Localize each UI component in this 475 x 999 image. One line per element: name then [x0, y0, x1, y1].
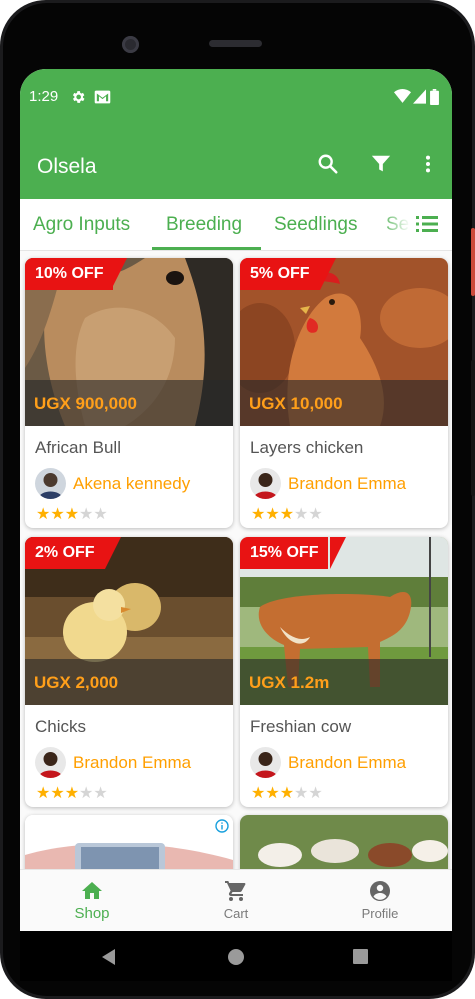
signal-icon	[413, 89, 426, 104]
star-rating: ★★★★★	[251, 783, 323, 803]
product-card-partial[interactable]	[240, 815, 448, 869]
product-grid: 10% OFF UGX 900,000 African Bull Akena k…	[20, 251, 452, 869]
star-icon: ★	[64, 506, 80, 523]
star-icon: ★	[294, 506, 309, 523]
star-icon: ★	[93, 506, 108, 523]
app-bar: Olsela	[20, 125, 452, 199]
app-title: Olsela	[37, 155, 97, 178]
filter-icon[interactable]	[370, 153, 392, 175]
product-name: Chicks	[35, 717, 87, 736]
product-price: UGX 10,000	[249, 394, 343, 413]
discount-badge: 5% OFF	[240, 258, 320, 290]
product-price: UGX 900,000	[34, 394, 138, 413]
star-icon: ★	[36, 506, 51, 523]
avatar	[250, 468, 281, 499]
front-camera	[122, 36, 139, 53]
star-rating: ★★★★★	[36, 504, 108, 524]
avatar	[35, 747, 66, 778]
star-icon: ★	[79, 785, 94, 802]
category-tabs: Agro Inputs Breeding Seedlings Se	[20, 199, 452, 251]
avatar	[250, 747, 281, 778]
tab-indicator	[152, 247, 261, 250]
volume-button	[471, 228, 475, 296]
product-price: UGX 1.2m	[249, 673, 330, 692]
star-icon: ★	[93, 785, 108, 802]
list-view-icon[interactable]	[416, 214, 438, 234]
earpiece-speaker	[209, 40, 262, 47]
tab-agro-inputs[interactable]: Agro Inputs	[33, 214, 130, 236]
profile-icon	[370, 881, 390, 901]
nav-profile-label: Profile	[361, 906, 399, 921]
app-screen: 1:29 Olsela Agro Inputs Breeding Seedlin…	[20, 69, 452, 931]
nav-cart[interactable]: Cart	[164, 870, 308, 931]
star-icon: ★	[251, 785, 266, 802]
ad-image	[25, 815, 233, 869]
home-icon	[82, 882, 102, 899]
recents-icon[interactable]	[352, 948, 369, 965]
bottom-navigation: Shop Cart Profile	[20, 869, 452, 931]
discount-badge-tail	[105, 537, 121, 569]
cart-icon	[225, 881, 246, 901]
discount-badge: 2% OFF	[25, 537, 105, 569]
product-card[interactable]: 10% OFF UGX 900,000 African Bull Akena k…	[25, 258, 233, 528]
nav-profile[interactable]: Profile	[308, 870, 452, 931]
seller-name[interactable]: Akena kennedy	[73, 474, 190, 494]
product-name: African Bull	[35, 438, 121, 457]
star-icon: ★	[265, 785, 280, 802]
nav-shop[interactable]: Shop	[20, 870, 164, 931]
product-name: Layers chicken	[250, 438, 364, 457]
discount-badge: 15% OFF	[240, 537, 329, 569]
star-icon: ★	[50, 506, 65, 523]
discount-badge-tail	[320, 258, 336, 290]
product-card[interactable]: 2% OFF UGX 2,000 Chicks Brandon Emma ★★★…	[25, 537, 233, 807]
star-icon: ★	[251, 506, 266, 523]
ad-info-icon[interactable]	[215, 819, 229, 833]
star-icon: ★	[265, 506, 280, 523]
star-icon: ★	[294, 785, 309, 802]
product-name: Freshian cow	[250, 717, 352, 736]
star-icon: ★	[36, 785, 51, 802]
discount-badge-tail	[330, 537, 346, 569]
star-icon: ★	[50, 785, 65, 802]
side-button	[471, 360, 475, 496]
wifi-icon	[394, 89, 411, 103]
star-icon: ★	[279, 785, 295, 802]
product-image-goats	[240, 815, 448, 869]
star-rating: ★★★★★	[36, 783, 108, 803]
star-icon: ★	[79, 506, 94, 523]
status-bar: 1:29	[20, 69, 452, 125]
phone-frame: 1:29 Olsela Agro Inputs Breeding Seedlin…	[0, 0, 475, 999]
status-time: 1:29	[29, 88, 59, 105]
product-card[interactable]: 5% OFF UGX 10,000 Layers chicken Brandon…	[240, 258, 448, 528]
product-card[interactable]: 15% OFF UGX 1.2m Freshian cow Brandon Em…	[240, 537, 448, 807]
discount-badge: 10% OFF	[25, 258, 114, 290]
ad-card-partial[interactable]	[25, 815, 233, 869]
star-icon: ★	[279, 506, 295, 523]
tabs-fade	[380, 199, 410, 249]
tab-breeding[interactable]: Breeding	[166, 214, 242, 236]
discount-badge-tail	[111, 258, 127, 290]
star-icon: ★	[64, 785, 80, 802]
gmail-icon	[94, 90, 111, 104]
seller-name[interactable]: Brandon Emma	[288, 753, 406, 773]
battery-icon	[430, 89, 439, 105]
tab-seedlings[interactable]: Seedlings	[274, 214, 357, 236]
seller-name[interactable]: Brandon Emma	[73, 753, 191, 773]
home-button-icon[interactable]	[227, 948, 245, 966]
product-price: UGX 2,000	[34, 673, 119, 692]
star-rating: ★★★★★	[251, 504, 323, 524]
seller-name[interactable]: Brandon Emma	[288, 474, 406, 494]
nav-cart-label: Cart	[223, 906, 249, 921]
star-icon: ★	[308, 785, 323, 802]
settings-icon	[72, 91, 85, 103]
system-nav-bar	[20, 931, 452, 981]
nav-shop-label: Shop	[74, 905, 110, 922]
avatar	[35, 468, 66, 499]
star-icon: ★	[308, 506, 323, 523]
back-icon[interactable]	[100, 948, 118, 966]
more-vert-icon[interactable]	[417, 153, 439, 175]
search-icon[interactable]	[317, 153, 339, 175]
